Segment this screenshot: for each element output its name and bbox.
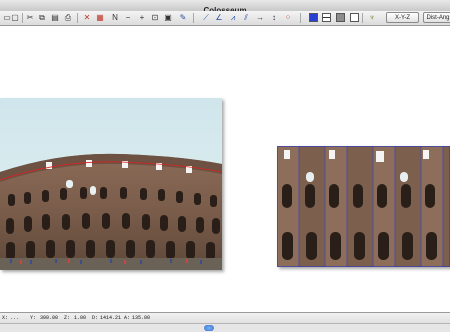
line-tool-icon[interactable]: ⟋ [201, 13, 211, 23]
copy-icon[interactable]: ⧉ [37, 13, 47, 23]
polyline-icon[interactable]: ⩘ [228, 13, 238, 23]
drawing-canvas[interactable] [0, 26, 450, 313]
status-z-value: 1.00 [74, 315, 87, 321]
open-icon[interactable]: ▢ [10, 13, 20, 23]
scrollbar-thumb[interactable] [204, 325, 214, 331]
status-x-value: ... [10, 315, 20, 321]
cut-icon[interactable]: ✂ [25, 13, 35, 23]
brush-icon[interactable]: ✎ [178, 13, 188, 23]
minus-icon[interactable]: − [123, 13, 133, 23]
vertical-arrow-icon[interactable]: ↕ [269, 13, 279, 23]
paste-icon[interactable]: ▤ [50, 13, 60, 23]
status-y-value: 300.00 [40, 315, 59, 321]
view-split-icon[interactable] [322, 13, 331, 22]
toolbar-separator [193, 13, 194, 23]
north-arrow-icon[interactable]: N [110, 13, 120, 23]
status-a-label: A: [124, 315, 131, 321]
angle-tool-icon[interactable]: ∠ [214, 13, 224, 23]
colosseum-photo[interactable] [0, 98, 222, 270]
horizontal-scrollbar[interactable] [0, 323, 450, 332]
layers-icon[interactable]: ▣ [163, 13, 173, 23]
status-d-value: 1414.21 [100, 315, 122, 321]
toolbar-separator [22, 13, 23, 23]
status-x-label: X: [2, 315, 9, 321]
toolbar-separator [77, 13, 78, 23]
point-grid-icon[interactable]: ⁘ [283, 13, 293, 23]
toolbar-separator [362, 13, 363, 23]
colosseum-rectified-facade[interactable] [277, 146, 450, 267]
status-d-label: D: [92, 315, 99, 321]
toolbar-separator [300, 13, 301, 23]
status-y-label: Y: [30, 315, 37, 321]
dist-ang-button[interactable]: Dist-Ang [423, 12, 450, 23]
xyz-button[interactable]: X-Y-Z [386, 12, 419, 23]
fill-blue-swatch[interactable] [309, 13, 318, 22]
status-bar: X: ... Y: 300.00 Z: 1.00 D: 1414.21 A: 1… [0, 312, 450, 332]
print-icon[interactable]: ⎙ [63, 13, 73, 23]
frame-cross-icon[interactable] [350, 13, 359, 22]
grid-select-icon[interactable]: ▦ [95, 13, 105, 23]
fill-gray-swatch[interactable] [336, 13, 345, 22]
dimension-icon[interactable]: ⫽ [241, 13, 251, 23]
arrow-right-icon[interactable]: → [255, 13, 265, 23]
pin-icon[interactable]: ♆ [367, 13, 377, 23]
status-a-value: 135.00 [132, 315, 151, 321]
plus-icon[interactable]: + [137, 13, 147, 23]
tag-icon[interactable]: ⊡ [150, 13, 160, 23]
cross-mark-icon[interactable]: ✕ [82, 13, 92, 23]
status-z-label: Z: [64, 315, 71, 321]
toolbar: ▭ ▢ ✂ ⧉ ▤ ⎙ ✕ ▦ N − + ⊡ ▣ ✎ ⟋ ∠ ⩘ ⫽ → ↕ … [0, 11, 450, 26]
